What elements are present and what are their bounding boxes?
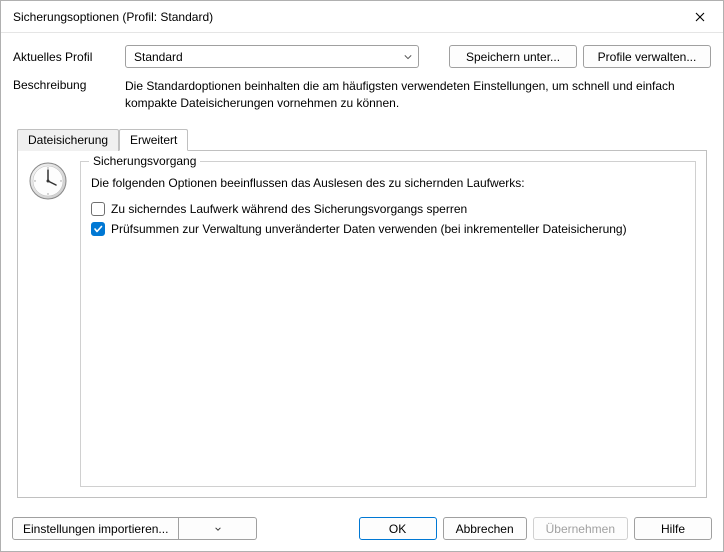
close-button[interactable] <box>677 1 723 33</box>
tab-file-backup[interactable]: Dateisicherung <box>17 129 119 151</box>
check-icon <box>93 224 103 234</box>
close-icon <box>695 12 705 22</box>
manage-profiles-button[interactable]: Profile verwalten... <box>583 45 711 68</box>
description-text: Die Standardoptionen beinhalten die am h… <box>125 78 711 112</box>
chevron-down-icon <box>214 525 222 533</box>
profile-select[interactable]: Standard <box>125 45 419 68</box>
save-as-button[interactable]: Speichern unter... <box>449 45 577 68</box>
import-settings-button[interactable]: Einstellungen importieren... <box>12 517 179 540</box>
checkbox-use-checksums[interactable] <box>91 222 105 236</box>
chevron-down-icon <box>404 53 412 61</box>
help-button[interactable]: Hilfe <box>634 517 712 540</box>
cancel-button[interactable]: Abbrechen <box>443 517 527 540</box>
checkbox-lock-drive-label[interactable]: Zu sicherndes Laufwerk während des Siche… <box>111 202 467 216</box>
group-description: Die folgenden Optionen beeinflussen das … <box>91 176 685 190</box>
apply-button: Übernehmen <box>533 517 628 540</box>
ok-button[interactable]: OK <box>359 517 437 540</box>
description-label: Beschreibung <box>13 78 125 112</box>
backup-process-group: Sicherungsvorgang Die folgenden Optionen… <box>80 161 696 487</box>
checkbox-use-checksums-label[interactable]: Prüfsummen zur Verwaltung unveränderter … <box>111 222 627 236</box>
group-title: Sicherungsvorgang <box>89 154 200 168</box>
profile-select-value: Standard <box>134 50 183 64</box>
checkbox-lock-drive[interactable] <box>91 202 105 216</box>
import-settings-dropdown[interactable] <box>179 517 257 540</box>
window-title: Sicherungsoptionen (Profil: Standard) <box>13 10 213 24</box>
tab-advanced[interactable]: Erweitert <box>119 129 188 151</box>
current-profile-label: Aktuelles Profil <box>13 50 125 64</box>
clock-icon <box>28 161 68 487</box>
